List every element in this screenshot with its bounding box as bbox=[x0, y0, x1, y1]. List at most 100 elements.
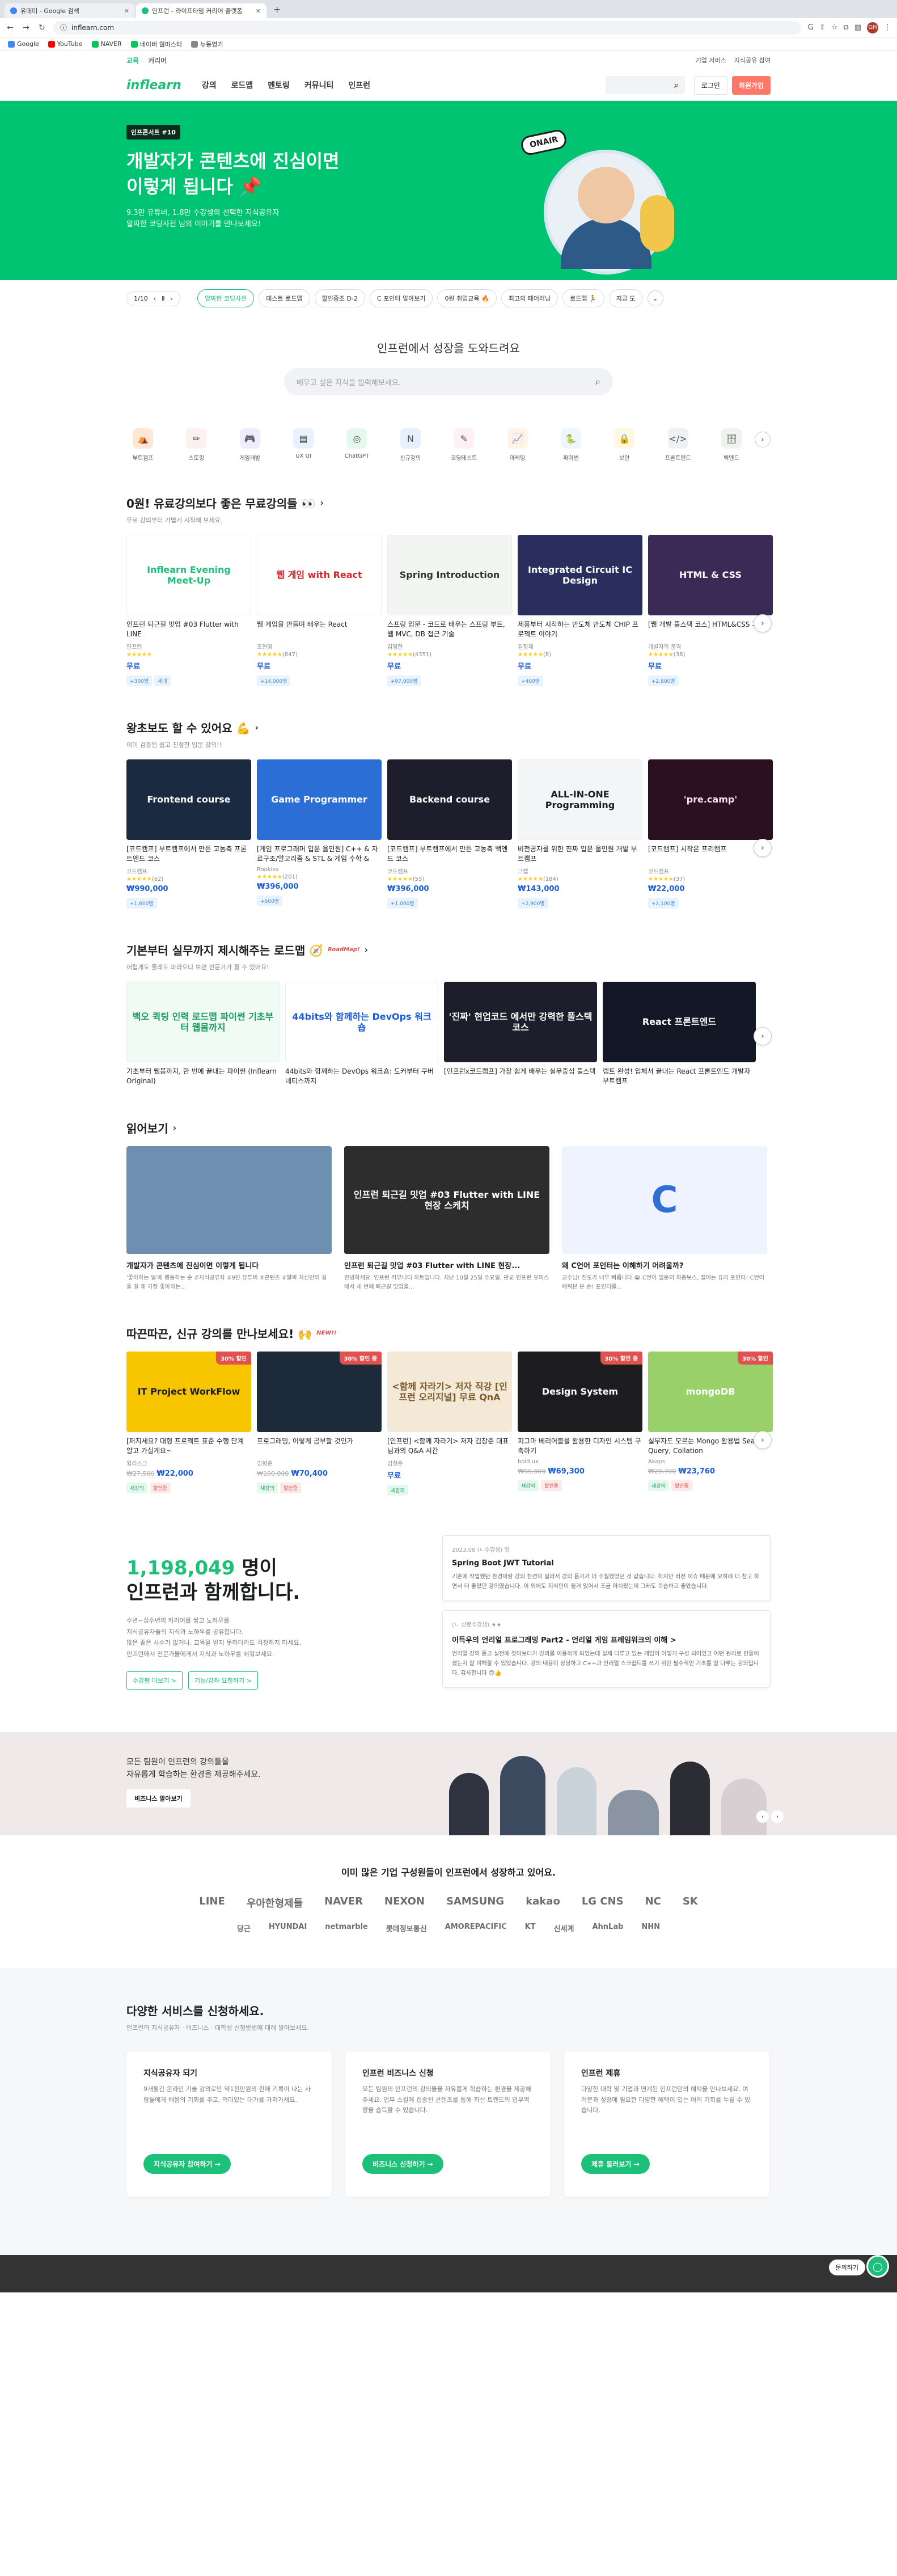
nav-roadmap[interactable]: 로드맵 bbox=[231, 79, 253, 91]
course-thumbnail[interactable]: Frontend course bbox=[126, 759, 251, 840]
hero-banner[interactable]: 인프콘서트 #10 개발자가 콘텐츠에 진심이면 이렇게 됩니다 📌 9.3만 … bbox=[0, 101, 897, 280]
site-info-icon[interactable]: ⓘ bbox=[60, 23, 67, 32]
roadmap-card[interactable]: React 프론트엔드 렙트 완성! 입체서 끝내는 React 프론트엔드 개발… bbox=[603, 982, 756, 1087]
course-card[interactable]: Integrated Circuit IC Design 제품부터 시작하는 반도… bbox=[518, 535, 642, 686]
category-item[interactable]: 🎮 게임개발 bbox=[234, 428, 266, 462]
chevron-down-icon[interactable]: ⌄ bbox=[647, 290, 663, 306]
article-title[interactable]: 인프런 퇴근길 밋업 #03 Flutter with LINE 현장... bbox=[344, 1260, 549, 1270]
course-thumbnail[interactable]: 'pre.camp' bbox=[648, 759, 773, 840]
chevron-right-icon[interactable]: › bbox=[173, 1122, 177, 1133]
course-thumbnail[interactable]: mongoDB 30% 할인 bbox=[648, 1352, 773, 1432]
article-thumbnail[interactable] bbox=[126, 1146, 332, 1254]
course-card[interactable]: Inflearn Evening Meet-Up 인프런 퇴근길 밋업 #03 F… bbox=[126, 535, 251, 686]
roadmap-title[interactable]: 44bits와 함께하는 DevOps 워크숍: 도커부터 쿠버네티스까지 bbox=[285, 1067, 438, 1087]
next-icon[interactable]: › bbox=[171, 295, 173, 302]
more-menu-icon[interactable]: ⋮ bbox=[884, 23, 891, 32]
bookmark-item[interactable]: YouTube bbox=[48, 40, 83, 48]
roadmap-thumbnail[interactable]: 44bits와 함께하는 DevOps 워크숍 bbox=[285, 982, 438, 1062]
article-title[interactable]: 왜 C언어 포인터는 이해하기 어려울까? bbox=[562, 1260, 767, 1270]
chevron-right-icon[interactable]: › bbox=[255, 722, 259, 733]
banner-chip[interactable]: 테스트 로드맵 bbox=[259, 289, 310, 307]
article-thumbnail[interactable]: C bbox=[562, 1146, 767, 1254]
chat-icon[interactable]: ◯ bbox=[866, 2255, 889, 2278]
chevron-right-icon[interactable]: › bbox=[754, 1027, 772, 1045]
banner-chip[interactable]: 지금 도 bbox=[608, 289, 643, 307]
banner-chip[interactable]: 얄짜한 코딩사전 bbox=[197, 289, 255, 307]
bookmark-item[interactable]: 뉴동영기 bbox=[191, 40, 223, 49]
signup-button[interactable]: 회원가입 bbox=[731, 75, 771, 95]
course-title[interactable]: [퍼지세요? 대형 프로젝트 표준 수행 단계 알고 가실게요~ bbox=[126, 1437, 251, 1456]
main-search-input[interactable]: 배우고 싶은 지식을 입력해보세요. ⌕ bbox=[284, 368, 613, 395]
review-course-title[interactable]: 이득우의 언리얼 프로그래밍 Part2 - 언리얼 게임 프레임워크의 이해 … bbox=[452, 1634, 761, 1645]
roadmap-card[interactable]: '진짜' 현업코드 에서만 강력한 풀스택 코스 [인프런x코드캠프] 가장 쉽게… bbox=[444, 982, 597, 1087]
bookmark-item[interactable]: 네이버 웹마스터 bbox=[130, 40, 182, 49]
course-thumbnail[interactable]: ALL-IN-ONE Programming bbox=[518, 759, 642, 840]
banner-chip[interactable]: C 포인터 알아보기 bbox=[369, 289, 433, 307]
course-thumbnail[interactable]: IT Project WorkFlow 30% 할인 bbox=[126, 1352, 251, 1432]
close-icon[interactable]: ✕ bbox=[256, 7, 261, 15]
close-icon[interactable]: ✕ bbox=[124, 7, 129, 15]
extensions-icon[interactable]: ⧉ bbox=[843, 23, 848, 32]
login-button[interactable]: 로그인 bbox=[693, 75, 727, 95]
reload-icon[interactable]: ↻ bbox=[37, 23, 46, 32]
section-title[interactable]: 왕초보도 할 수 있어요 💪 › bbox=[126, 719, 771, 736]
article-card[interactable]: C 왜 C언어 포인터는 이해하기 어려울까? 교수님! 진도가 너무 빠릅니다 😭… bbox=[562, 1146, 767, 1292]
course-thumbnail[interactable]: Spring Introduction bbox=[387, 535, 512, 615]
course-title[interactable]: 비전공자를 위한 진짜 입문 올인원 개발 부트캠프 bbox=[518, 844, 642, 864]
browser-tab-active[interactable]: 인프런 - 라이프타임 커리어 플랫폼 ✕ bbox=[136, 3, 266, 18]
banner-chip[interactable]: 0원 취업교육 🔥 bbox=[437, 289, 497, 307]
roadmap-card[interactable]: 44bits와 함께하는 DevOps 워크숍 44bits와 함께하는 DevO… bbox=[285, 982, 438, 1087]
request-course-button[interactable]: 기능/강좌 요청하기 > bbox=[188, 1671, 258, 1690]
roadmap-title[interactable]: 기초부터 웹몸까지, 한 번에 끝내는 파이썬 (Inflearn Origin… bbox=[126, 1067, 280, 1087]
chevron-left-icon[interactable]: ‹ bbox=[756, 1810, 769, 1823]
roadmap-thumbnail[interactable]: React 프론트엔드 bbox=[603, 982, 756, 1062]
section-title[interactable]: 따끈따끈, 신규 강의를 만나보세요! 🙌 NEW!! bbox=[126, 1325, 771, 1341]
course-card[interactable]: mongoDB 30% 할인 실무자도 모르는 Mongo 활용법 Search, … bbox=[648, 1352, 773, 1496]
roadmap-thumbnail[interactable]: 백오 퀵팅 인력 로드맵 파이썬 기초부터 웹몸까지 bbox=[126, 982, 280, 1062]
business-apply-button[interactable]: 비즈니스 신청하기 → bbox=[362, 2154, 443, 2174]
search-icon[interactable]: ⌕ bbox=[595, 376, 600, 387]
article-thumbnail[interactable]: 인프런 퇴근길 밋업 #03 Flutter with LINE 현장 스케치 bbox=[344, 1146, 549, 1254]
profile-avatar[interactable]: GH bbox=[867, 22, 878, 33]
share-icon[interactable]: ⇪ bbox=[819, 23, 826, 32]
course-thumbnail[interactable]: 웹 게임 with React bbox=[257, 535, 382, 615]
course-card[interactable]: Game Programmer [게임 프로그래머 입문 올인원] C++ & 자… bbox=[257, 759, 382, 909]
category-item[interactable]: ✎ 코딩테스트 bbox=[447, 428, 480, 462]
category-item[interactable]: N 신규강의 bbox=[394, 428, 427, 462]
category-item[interactable]: ▤ UX UI bbox=[287, 428, 320, 462]
pause-icon[interactable]: Ⅱ bbox=[162, 295, 164, 302]
course-card[interactable]: 'pre.camp' [코드캠프] 시작은 프리캠프 코드캠프 ★★★★★(37) ₩2… bbox=[648, 759, 773, 909]
course-card[interactable]: 웹 게임 with React 웹 게임을 만들며 배우는 React 조현영 ★★★… bbox=[257, 535, 382, 686]
gnb-search-input[interactable]: ⌕ bbox=[605, 76, 685, 94]
chevron-right-icon[interactable]: › bbox=[320, 497, 324, 508]
nav-courses[interactable]: 강의 bbox=[202, 79, 217, 91]
banner-chip[interactable]: 최고의 페어러님 bbox=[501, 289, 558, 307]
roadmap-thumbnail[interactable]: '진짜' 현업코드 에서만 강력한 풀스택 코스 bbox=[444, 982, 597, 1062]
url-input[interactable]: ⓘ inflearn.com bbox=[53, 20, 801, 35]
course-title[interactable]: 웹 게임을 만들며 배우는 React bbox=[257, 620, 382, 640]
category-item[interactable]: </> 프론트엔드 bbox=[662, 428, 695, 462]
sidepanel-icon[interactable]: ▥ bbox=[854, 23, 861, 32]
course-thumbnail[interactable]: Backend course bbox=[387, 759, 512, 840]
nav-community[interactable]: 커뮤니티 bbox=[304, 79, 334, 91]
roadmap-card[interactable]: 백오 퀵팅 인력 로드맵 파이썬 기초부터 웹몸까지기초부터 웹몸까지, 한 번… bbox=[126, 982, 280, 1087]
course-card[interactable]: Spring Introduction 스프링 입문 - 코드로 배우는 스프링 … bbox=[387, 535, 512, 686]
category-item[interactable]: 🔒 보안 bbox=[608, 428, 641, 462]
bookmark-star-icon[interactable]: ☆ bbox=[831, 23, 838, 32]
more-reviews-button[interactable]: 수강평 더보기 > bbox=[126, 1671, 183, 1690]
instructor-apply-button[interactable]: 지식공유자 참여하기 → bbox=[143, 2154, 231, 2174]
topbar-education-link[interactable]: 교육 bbox=[126, 56, 139, 65]
forward-icon[interactable]: → bbox=[22, 23, 31, 32]
course-thumbnail[interactable]: Game Programmer bbox=[257, 759, 382, 840]
partnership-button[interactable]: 제휴 둘러보기 → bbox=[581, 2154, 650, 2174]
course-thumbnail[interactable]: 30% 할인 중 bbox=[257, 1352, 382, 1432]
article-card[interactable]: 인프런 퇴근길 밋업 #03 Flutter with LINE 현장 스케치인… bbox=[344, 1146, 549, 1292]
prev-icon[interactable]: ‹ bbox=[154, 295, 156, 302]
course-thumbnail[interactable]: Design System 30% 할인 중 bbox=[518, 1352, 642, 1432]
review-course-title[interactable]: Spring Boot JWT Tutorial bbox=[452, 1559, 761, 1568]
course-card[interactable]: <함께 자라기> 저자 직강 [인프런 오리지널] 무료 QnA [인프런] <함… bbox=[387, 1352, 512, 1496]
course-title[interactable]: 스프링 입문 - 코드로 배우는 스프링 부트, 웹 MVC, DB 접근 기술 bbox=[387, 620, 512, 640]
article-card[interactable]: 개발자가 콘텐츠에 진심이면 이렇게 됩니다 '좋아하는 일'에 행동하는 순 #… bbox=[126, 1146, 332, 1292]
enterprise-service-link[interactable]: 기업 서비스 bbox=[696, 56, 726, 65]
course-thumbnail[interactable]: <함께 자라기> 저자 직강 [인프런 오리지널] 무료 QnA bbox=[387, 1352, 512, 1432]
